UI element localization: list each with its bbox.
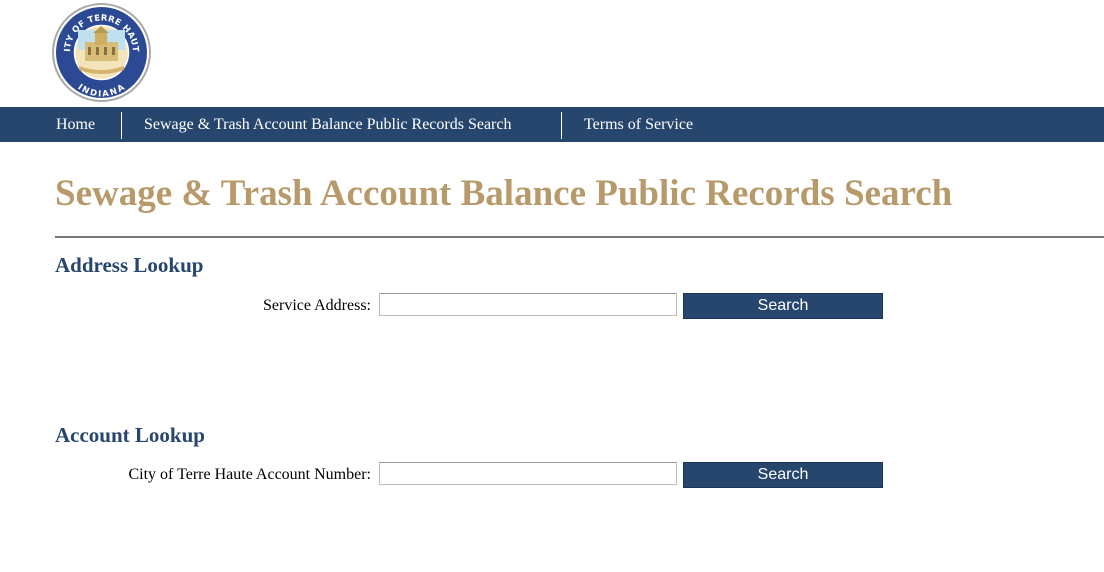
account-search-button[interactable]: Search [683,462,883,488]
account-number-input[interactable] [379,462,677,485]
nav-home-link[interactable]: Home [56,107,95,142]
service-address-label: Service Address: [263,297,371,314]
page-title: Sewage & Trash Account Balance Public Re… [55,173,953,214]
account-number-label: City of Terre Haute Account Number: [128,466,371,483]
nav-separator [121,112,122,139]
address-search-button[interactable]: Search [683,293,883,319]
nav-separator [561,112,562,139]
address-lookup-heading: Address Lookup [55,253,204,277]
main-navigation: Home Sewage & Trash Account Balance Publ… [0,107,1104,142]
city-seal-logo: CITY OF TERRE HAUTE INDIANA [48,0,152,103]
account-lookup-heading: Account Lookup [55,423,205,447]
service-address-input[interactable] [379,293,677,316]
nav-records-search-link[interactable]: Sewage & Trash Account Balance Public Re… [144,107,511,142]
title-divider [55,236,1104,238]
city-seal-icon: CITY OF TERRE HAUTE INDIANA [48,0,151,102]
nav-terms-link[interactable]: Terms of Service [584,107,693,142]
